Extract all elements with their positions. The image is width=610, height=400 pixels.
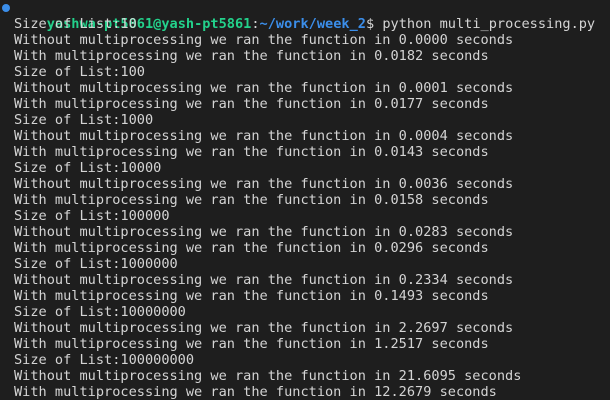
command-marker-icon: [2, 4, 10, 12]
output-line: With multiprocessing we ran the function…: [14, 192, 489, 208]
output-line: Without multiprocessing we ran the funct…: [14, 272, 514, 288]
output-line: Without multiprocessing we ran the funct…: [14, 320, 514, 336]
output-line: Size of List:10000000: [14, 304, 186, 320]
output-line: Size of List:1000000: [14, 256, 178, 272]
output-line: With multiprocessing we ran the function…: [14, 288, 489, 304]
prompt-line: yashwa-pt5861@yash-pt5861:~/work/week_2$…: [0, 0, 610, 32]
output-line: With multiprocessing we ran the function…: [14, 384, 497, 400]
output-line: Size of List:10: [14, 16, 137, 32]
terminal-window[interactable]: yashwa-pt5861@yash-pt5861:~/work/week_2$…: [0, 0, 610, 400]
output-line: Size of List:100000000: [14, 352, 195, 368]
output-line: Size of List:100: [14, 64, 145, 80]
output-line: Size of List:1000: [14, 112, 154, 128]
output-line: With multiprocessing we ran the function…: [14, 240, 489, 256]
output-line: Without multiprocessing we ran the funct…: [14, 224, 514, 240]
output-line: Without multiprocessing we ran the funct…: [14, 128, 514, 144]
output-line: Without multiprocessing we ran the funct…: [14, 176, 514, 192]
output-line: Size of List:10000: [14, 160, 162, 176]
output-line: With multiprocessing we ran the function…: [14, 144, 489, 160]
output-line: With multiprocessing we ran the function…: [14, 96, 489, 112]
output-line: With multiprocessing we ran the function…: [14, 48, 489, 64]
output-line: Size of List:100000: [14, 208, 170, 224]
output-line: Without multiprocessing we ran the funct…: [14, 80, 514, 96]
output-line: Without multiprocessing we ran the funct…: [14, 32, 514, 48]
output-line: With multiprocessing we ran the function…: [14, 336, 489, 352]
output-line: Without multiprocessing we ran the funct…: [14, 368, 522, 384]
